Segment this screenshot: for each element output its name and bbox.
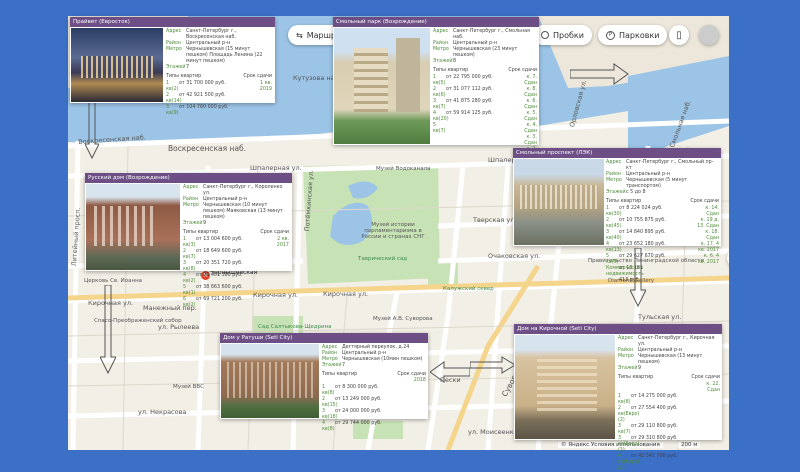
- apartment-rows: 1 кв(8) от 8 300 000 руб. 2 кв(15) от 13 24…: [322, 385, 426, 433]
- map-label-kirochnaya3: Кирочная ул.: [323, 290, 369, 298]
- apartment-row: 4 кв(2) от 26 401 380 руб.: [183, 273, 243, 284]
- listing-card-privet[interactable]: Прайвет (Евросток) Адрес Санкт-Петербург …: [70, 17, 275, 116]
- listing-card-dom-na-kirochnoy[interactable]: Дом на Кирочной (Setl City) Адрес Санкт-П…: [514, 324, 722, 471]
- apartment-rows: 1 кв(5) от 22 795 000 руб. к. 7. Сдан 2 кв(…: [433, 75, 537, 159]
- apartment-row: 5 кв(1) от 38 663 600 руб.: [183, 285, 243, 296]
- map-label-saltykov: Сад Салтыкова-Щедрина: [258, 324, 332, 330]
- map-label-nekrasova: ул. Некрасова: [138, 408, 187, 416]
- building-photo: [514, 159, 604, 245]
- map-label-tverskaya: Тверская ул.: [473, 216, 517, 224]
- apartment-row: 2 кв(15) от 13 249 000 руб.: [322, 397, 382, 408]
- map-label-tulskaya: Тульская ул.: [638, 313, 682, 321]
- arrow-down-icon-2: [100, 285, 116, 375]
- apartment-rows: 1 кв(30) от 8 224 024 руб. к. 14. Сдан 2 кв…: [606, 206, 719, 284]
- apartment-rows: к. 22. Сдан 1 кв(8) от 14 275 000 руб. 2 кв…: [618, 382, 720, 472]
- apartment-row: 1 кв(30) от 8 224 024 руб. к. 14. Сдан: [606, 206, 719, 217]
- apartment-row: 1 кв(8) от 8 300 000 руб.: [322, 385, 379, 396]
- traffic-button[interactable]: Пробки: [533, 25, 592, 45]
- card-title: Дом у Ратуши (Setl City): [220, 333, 428, 343]
- apartment-row: 2 кв(7) от 18 649 600 руб.: [183, 249, 243, 260]
- apartment-row: 4 кв(Евро)(2) от 42 541 700 руб.: [618, 454, 678, 471]
- map-label-ryleeva: ул. Рылеева: [158, 323, 200, 331]
- parking-button[interactable]: P Парковки: [598, 25, 668, 45]
- listing-card-russky-dom[interactable]: Русский дом (Возрождение) Адрес Санкт-Пет…: [85, 173, 292, 308]
- avatar[interactable]: [699, 25, 719, 45]
- card-info: Адрес Санкт-Петербург г., Короленко ул. Р…: [183, 185, 289, 309]
- map-label-kaluzhsky: Калужский сквер: [443, 286, 494, 292]
- arrow-right-icon-2: [470, 356, 516, 374]
- apartment-row: 5 кв(7) к. 4. Сдан: [433, 123, 537, 134]
- apartment-row: 1 кв(2) от 31 700 000 руб. 1 кв. 2019: [166, 81, 272, 92]
- card-info: Адрес Санкт-Петербург г., Воскресенская н…: [166, 29, 272, 117]
- arrow-right-icon-1: [570, 63, 629, 85]
- map-label-museum-bbc: Музей ВВС: [173, 384, 205, 390]
- apartment-row: 1 кв(8) от 14 275 000 руб.: [618, 394, 678, 405]
- slide-frame: Воскресенская наб. Воскресенская наб. Шп…: [0, 0, 800, 471]
- apartment-row: 3 кв(7) от 29 110 800 руб.: [618, 424, 678, 435]
- apartment-row: 2 кв(45) от 10 755 875 руб. к. 19 д. 13. С…: [606, 218, 719, 229]
- card-info: Адрес Санкт-Петербург г., Кирочная ул. Ра…: [618, 336, 720, 472]
- arrow-left-icon: [430, 361, 470, 383]
- arrow-down-icon-1: [85, 100, 99, 160]
- map-label-suvorov-museum: Музей А.В. Суворова: [373, 316, 433, 322]
- apartment-row: 413 руб.: [619, 278, 641, 283]
- apartment-row: 3 кв(8) от 20 351 720 руб.: [183, 261, 243, 272]
- card-info: Адрес Санкт-Петербург г., Смольный пр-кт …: [606, 160, 719, 284]
- apartment-row: 4 кв(8) от 29 744 000 руб.: [322, 421, 382, 432]
- apartment-rows: 1 кв(2) от 31 700 000 руб. 1 кв. 2019 2 кв(…: [166, 81, 272, 117]
- map-label-moiseenko: ул. Моисеенко: [468, 428, 518, 436]
- card-title: Смольный проспект (ЛЭК): [513, 148, 721, 158]
- listing-card-dom-u-ratushi[interactable]: Дом у Ратуши (Setl City) Адрес Дегтярный …: [220, 333, 428, 432]
- card-title: Смольный парк (Возрождение): [333, 17, 539, 27]
- map-label-ochakovskaya: Очаковская ул.: [488, 252, 541, 260]
- card-title: Дом на Кирочной (Setl City): [514, 324, 722, 334]
- apartment-row: Коммерческая недвижимость от 13 181: [606, 266, 644, 277]
- apartment-row: 6 кв(2) от 69 721 200 руб.: [183, 297, 243, 308]
- map-label-tavrichesky-sad: Таврический сад: [358, 256, 408, 262]
- card-info: Адрес Санкт-Петербург г., Смольная наб. Р…: [433, 29, 537, 159]
- map-label-museum-hist: Музей истории парламентаризма в России и…: [361, 222, 425, 240]
- building-photo: [515, 335, 615, 439]
- bookmark-icon[interactable]: ▯: [669, 25, 689, 45]
- listing-card-smolny-prospekt[interactable]: Смольный проспект (ЛЭК) Адрес Санкт-Петер…: [513, 148, 721, 283]
- apartment-row: 4 кв(13) от 23 652 180 руб. к. 17. 4 кв. 2…: [606, 242, 719, 253]
- apartment-rows: 1 кв(3) от 13 004 600 руб. 2 кв. 2017 2 кв(…: [183, 237, 289, 309]
- apartment-row: 3 кв(7) от 41 875 280 руб. к. 6. Сдан: [433, 99, 537, 110]
- traffic-icon: [541, 31, 549, 39]
- map-label-shpalernaya: Шпалерная ул.: [250, 164, 302, 172]
- apartment-row: 4 кв(20) от 59 914 125 руб. к. 5. Сдан: [433, 111, 537, 122]
- map-label-church: Церковь Св. Иоанна: [84, 278, 143, 284]
- apartment-row: 2 кв(6) от 31 077 112 руб. к. 8. Сдан: [433, 87, 537, 98]
- apartment-row: 1 кв(5) от 22 795 000 руб. к. 7. Сдан: [433, 75, 537, 86]
- apartment-row: 5 кв(5) от 29 627 670 руб. к. 6. 4 кв. 201…: [606, 254, 719, 265]
- building-photo: [221, 344, 319, 418]
- apartment-row: 3 кв(9) от 104 760 000 руб.: [166, 105, 229, 116]
- building-photo: [71, 28, 163, 102]
- apartment-row: 3 кв(Евро)(1) от 29 310 800 руб.: [618, 436, 678, 453]
- map-label-voskresenskaya-main: Воскресенская наб.: [168, 144, 247, 153]
- building-photo: [86, 184, 180, 270]
- parking-icon: P: [606, 30, 615, 40]
- route-icon: ⇆: [296, 30, 303, 40]
- apartment-row: к. 22. Сдан: [706, 382, 720, 393]
- listing-card-smolny-park[interactable]: Смольный парк (Возрождение) Адрес Санкт-П…: [333, 17, 539, 158]
- apartment-row: 2 кв(14) от 42 921 500 руб.: [166, 93, 226, 104]
- apartment-row: к. 3. Сдан: [524, 135, 537, 146]
- card-title: Русский дом (Возрождение): [85, 173, 292, 183]
- card-info: Адрес Дегтярный переулок, д.24 Район Центр…: [322, 345, 426, 433]
- apartment-row: 3 кв(18) от 24 000 000 руб.: [322, 409, 382, 420]
- building-photo: [334, 28, 430, 144]
- apartment-row: 3 кв(40) от 14 840 895 руб. к. 18. Сдан: [606, 230, 719, 241]
- map-label-museum-water: Музей Водоканала: [376, 166, 431, 172]
- apartment-row: 1 кв(3) от 13 004 600 руб. 2 кв. 2017: [183, 237, 289, 248]
- card-title: Прайвет (Евросток): [70, 17, 275, 27]
- apartment-row: 2 кв(Евро)(2) от 27 554 400 руб.: [618, 406, 678, 423]
